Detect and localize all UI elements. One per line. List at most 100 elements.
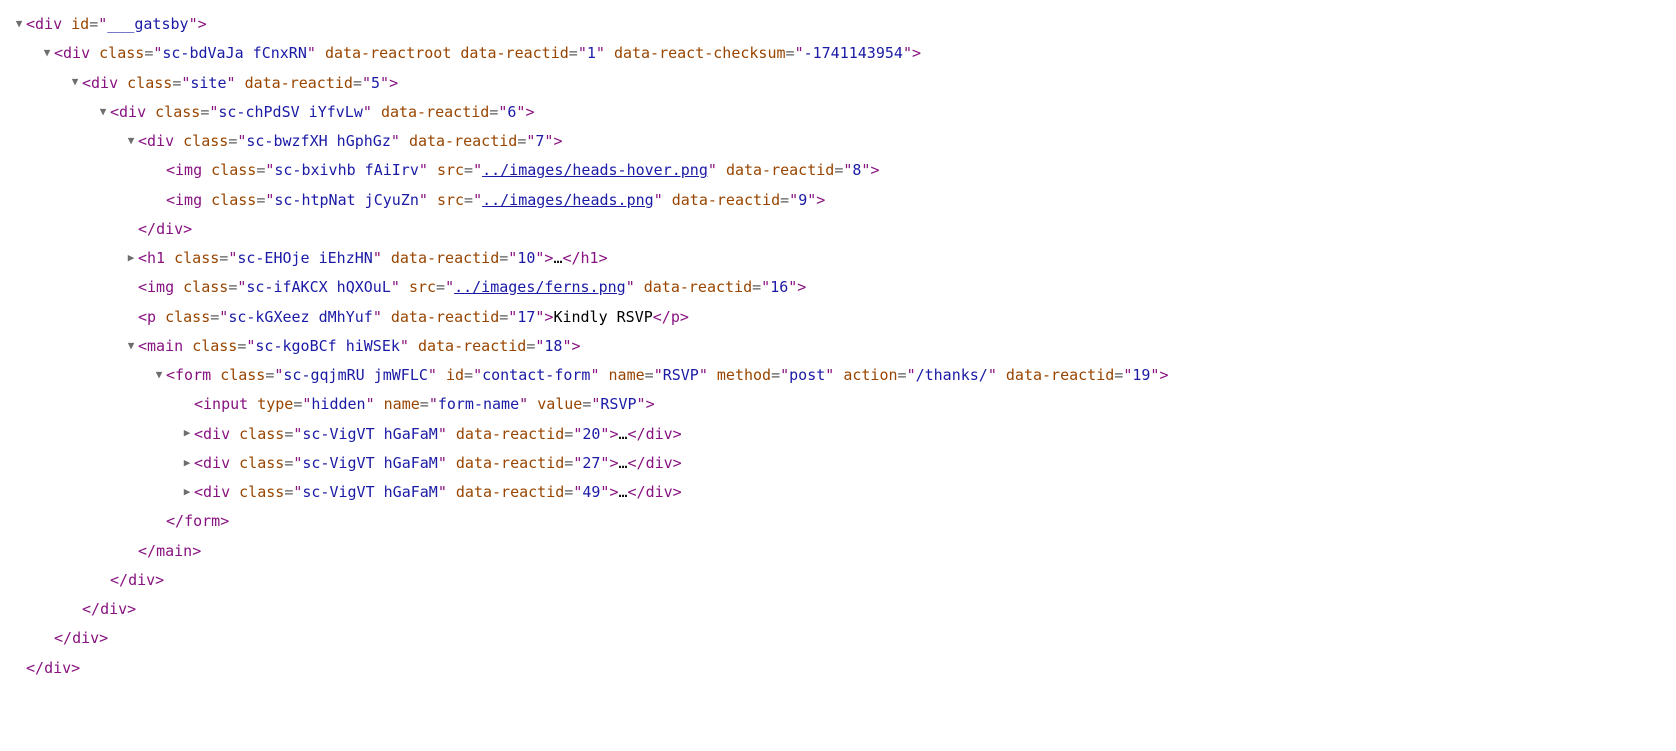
attr-name[interactable]: class [220,366,265,384]
attr-value[interactable]: contact-form [482,366,590,384]
attr-name[interactable]: data-reactid [456,425,564,443]
attr-value[interactable]: 1 [587,44,596,62]
chevron-down-icon[interactable] [152,364,166,385]
attr-name[interactable]: method [717,366,771,384]
attr-value[interactable]: post [789,366,825,384]
attr-name[interactable]: data-reactroot [325,44,451,62]
dom-tree-row[interactable]: <input type="hidden" name="form-name" va… [5,390,1671,419]
dom-tree-row[interactable]: <div class="sc-chPdSV iYfvLw" data-react… [5,98,1671,127]
attr-value[interactable]: 10 [517,249,535,267]
dom-tree-row[interactable]: </div> [5,624,1671,653]
attr-name[interactable]: class [99,44,144,62]
dom-tree-row[interactable]: <div class="site" data-reactid="5"> [5,69,1671,98]
dom-tree-row[interactable]: <h1 class="sc-EHOje iEhzHN" data-reactid… [5,244,1671,273]
attr-name[interactable]: data-reactid [381,103,489,121]
dom-tree-row[interactable]: <div class="sc-VigVT hGaFaM" data-reacti… [5,478,1671,507]
attr-value[interactable]: sc-VigVT hGaFaM [302,454,437,472]
dom-tree-row[interactable]: </div> [5,566,1671,595]
attr-name[interactable]: src [409,278,436,296]
dom-tree-row[interactable]: <img class="sc-bxivhb fAiIrv" src="../im… [5,156,1671,185]
attr-name[interactable]: class [239,483,284,501]
attr-value[interactable]: -1741143954 [804,44,903,62]
attr-name[interactable]: class [239,425,284,443]
dom-tree-row[interactable]: <div class="sc-VigVT hGaFaM" data-reacti… [5,420,1671,449]
attr-value[interactable]: sc-chPdSV iYfvLw [218,103,363,121]
chevron-down-icon[interactable] [12,13,26,34]
dom-tree-row[interactable]: </div> [5,595,1671,624]
attr-name[interactable]: class [183,132,228,150]
chevron-down-icon[interactable] [124,130,138,151]
attr-name[interactable]: data-reactid [460,44,568,62]
attr-value[interactable]: site [190,74,226,92]
attr-value[interactable]: sc-kgoBCf hiWSEk [255,337,400,355]
attr-value[interactable]: 27 [582,454,600,472]
chevron-right-icon[interactable] [180,481,194,502]
attr-value[interactable]: 20 [582,425,600,443]
attr-name[interactable]: name [384,395,420,413]
attr-value[interactable]: sc-EHOje iEhzHN [237,249,372,267]
dom-tree-row[interactable]: <div class="sc-bwzfXH hGphGz" data-react… [5,127,1671,156]
attr-name[interactable]: class [174,249,219,267]
attr-value[interactable]: sc-bxivhb fAiIrv [274,161,419,179]
dom-tree-row[interactable]: <div class="sc-VigVT hGaFaM" data-reacti… [5,449,1671,478]
attr-name[interactable]: class [239,454,284,472]
attr-name[interactable]: data-reactid [672,191,780,209]
attr-name[interactable]: data-reactid [456,454,564,472]
attr-value[interactable]: 16 [770,278,788,296]
attr-name[interactable]: data-reactid [409,132,517,150]
attr-name[interactable]: data-reactid [245,74,353,92]
chevron-down-icon[interactable] [40,42,54,63]
attr-name[interactable]: class [211,191,256,209]
dom-tree-row[interactable]: <p class="sc-kGXeez dMhYuf" data-reactid… [5,303,1671,332]
attr-value[interactable]: 17 [517,308,535,326]
attr-value-link[interactable]: ../images/heads.png [482,191,654,209]
attr-value[interactable]: 18 [544,337,562,355]
attr-value[interactable]: sc-VigVT hGaFaM [302,425,437,443]
attr-name[interactable]: class [192,337,237,355]
attr-name[interactable]: data-reactid [644,278,752,296]
attr-name[interactable]: data-reactid [418,337,526,355]
attr-value-link[interactable]: ../images/heads-hover.png [482,161,708,179]
attr-value[interactable]: sc-htpNat jCyuZn [274,191,419,209]
attr-name[interactable]: id [446,366,464,384]
attr-name[interactable]: action [843,366,897,384]
attr-value[interactable]: sc-VigVT hGaFaM [302,483,437,501]
attr-value[interactable]: sc-gqjmRU jmWFLC [283,366,428,384]
dom-tree-row[interactable]: <img class="sc-ifAKCX hQXOuL" src="../im… [5,273,1671,302]
attr-value[interactable]: RSVP [600,395,636,413]
attr-value[interactable]: ___gatsby [107,15,188,33]
attr-name[interactable]: class [211,161,256,179]
attr-value[interactable]: sc-bwzfXH hGphGz [246,132,391,150]
chevron-down-icon[interactable] [124,335,138,356]
attr-value[interactable]: hidden [311,395,365,413]
attr-value[interactable]: form-name [438,395,519,413]
dom-tree-row[interactable]: <form class="sc-gqjmRU jmWFLC" id="conta… [5,361,1671,390]
attr-name[interactable]: class [183,278,228,296]
attr-name[interactable]: data-reactid [456,483,564,501]
attr-value[interactable]: 5 [371,74,380,92]
attr-name[interactable]: data-react-checksum [614,44,786,62]
attr-name[interactable]: data-reactid [726,161,834,179]
dom-tree-row[interactable]: </form> [5,507,1671,536]
attr-name[interactable]: value [537,395,582,413]
attr-value[interactable]: sc-ifAKCX hQXOuL [246,278,391,296]
attr-value[interactable]: /thanks/ [916,366,988,384]
chevron-right-icon[interactable] [180,452,194,473]
chevron-down-icon[interactable] [68,71,82,92]
attr-name[interactable]: data-reactid [391,249,499,267]
dom-tree-row[interactable]: <div class="sc-bdVaJa fCnxRN" data-react… [5,39,1671,68]
chevron-down-icon[interactable] [96,101,110,122]
attr-name[interactable]: class [127,74,172,92]
attr-value[interactable]: sc-kGXeez dMhYuf [228,308,373,326]
dom-tree-row[interactable]: </div> [5,654,1671,683]
attr-value[interactable]: 9 [798,191,807,209]
attr-name[interactable]: type [257,395,293,413]
dom-tree-row[interactable]: </div> [5,215,1671,244]
attr-name[interactable]: class [155,103,200,121]
chevron-right-icon[interactable] [180,422,194,443]
attr-name[interactable]: src [437,161,464,179]
attr-name[interactable]: name [609,366,645,384]
attr-name[interactable]: class [165,308,210,326]
attr-value[interactable]: RSVP [663,366,699,384]
attr-name[interactable]: data-reactid [1006,366,1114,384]
